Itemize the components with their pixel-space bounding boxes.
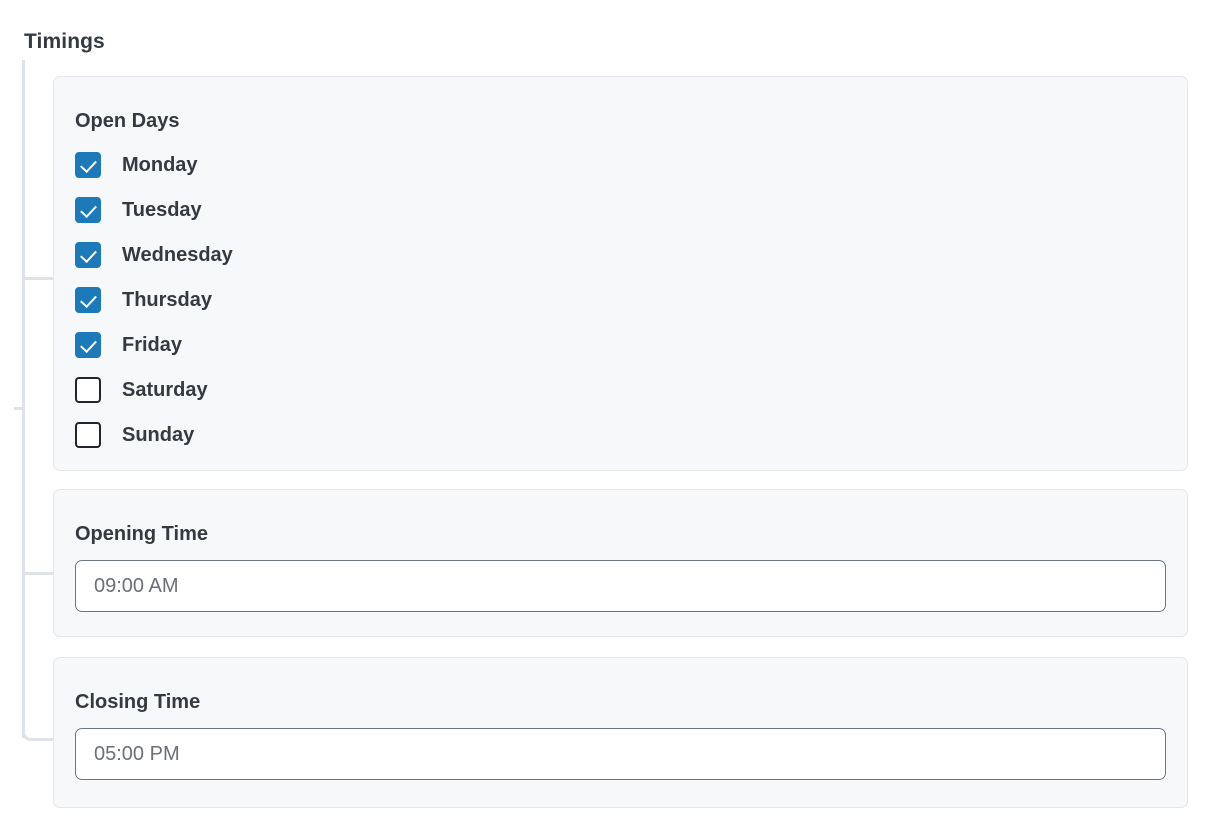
day-label-sunday: Sunday: [122, 423, 195, 446]
checkbox-friday[interactable]: [75, 331, 101, 358]
open-days-checkbox-group: Monday Tuesday Wednesday Thursday Friday: [75, 142, 675, 457]
tree-bottom-elbow: [22, 722, 44, 741]
open-days-card: Open Days Monday Tuesday Wednesday Thurs…: [53, 76, 1188, 471]
checkbox-tuesday[interactable]: [75, 196, 101, 223]
day-row-friday[interactable]: Friday: [75, 322, 675, 367]
day-label-thursday: Thursday: [122, 288, 213, 311]
closing-time-label: Closing Time: [75, 691, 201, 713]
checkbox-sunday[interactable]: [75, 421, 101, 448]
checkbox-thursday[interactable]: [75, 286, 101, 313]
day-label-wednesday: Wednesday: [122, 243, 233, 266]
day-row-saturday[interactable]: Saturday: [75, 367, 675, 412]
day-row-sunday[interactable]: Sunday: [75, 412, 675, 457]
day-label-saturday: Saturday: [122, 378, 208, 401]
page-title: Timings: [24, 30, 105, 53]
checkbox-wednesday[interactable]: [75, 241, 101, 268]
tree-vertical-line: [22, 60, 25, 738]
opening-time-card: Opening Time: [53, 489, 1188, 637]
closing-time-card: Closing Time: [53, 657, 1188, 808]
day-row-monday[interactable]: Monday: [75, 142, 675, 187]
tree-parent-stub: [14, 407, 23, 410]
day-row-tuesday[interactable]: Tuesday: [75, 187, 675, 232]
opening-time-label: Opening Time: [75, 523, 208, 545]
tree-branch-open-days: [25, 277, 53, 280]
open-days-label: Open Days: [75, 110, 180, 132]
tree-branch-opening-time: [25, 572, 53, 575]
closing-time-input[interactable]: [75, 728, 1166, 780]
day-row-wednesday[interactable]: Wednesday: [75, 232, 675, 277]
day-label-friday: Friday: [122, 333, 183, 356]
opening-time-input[interactable]: [75, 560, 1166, 612]
day-label-monday: Monday: [122, 153, 198, 176]
tree-branch-closing-time: [41, 738, 53, 741]
day-label-tuesday: Tuesday: [122, 198, 202, 221]
checkbox-monday[interactable]: [75, 151, 101, 178]
checkbox-saturday[interactable]: [75, 376, 101, 403]
day-row-thursday[interactable]: Thursday: [75, 277, 675, 322]
